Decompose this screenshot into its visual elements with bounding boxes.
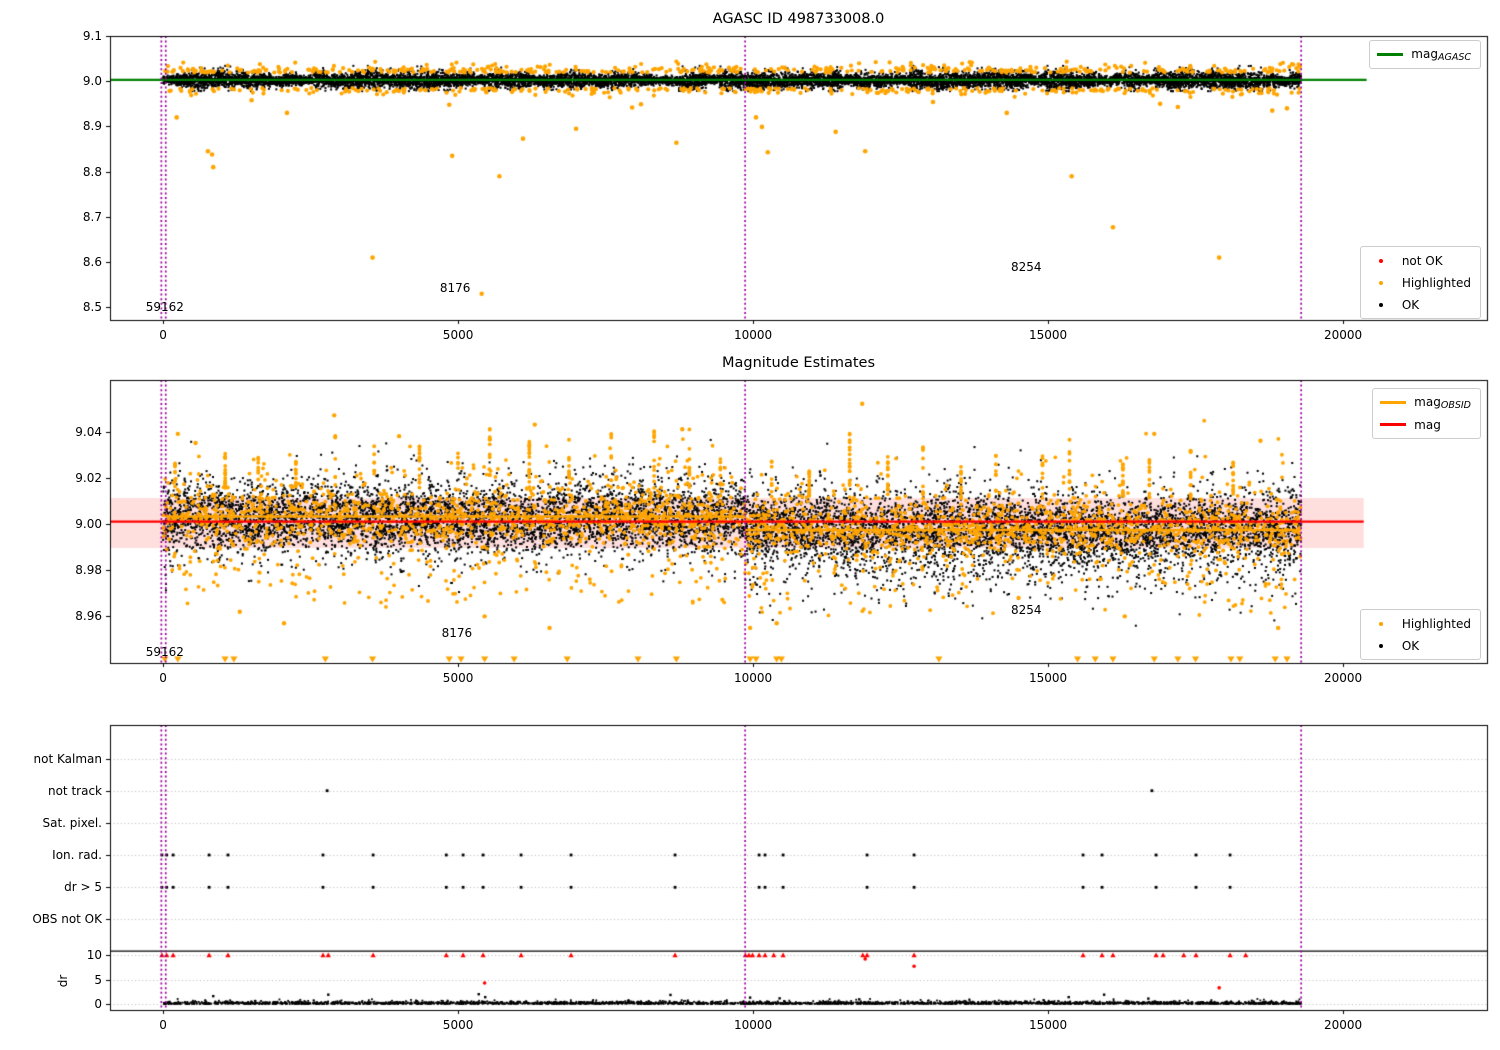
x-tick-label: 15000 [1028,1018,1068,1032]
x-tick-label: 0 [159,1018,167,1032]
y-tick-label: 9.04 [75,424,102,439]
legend-item-mag-agasc: magAGASC [1377,46,1471,63]
legend-sample [1368,302,1394,307]
legend-item-highlighted: Highlighted [1368,615,1471,632]
x-tick-label: 15000 [1028,671,1068,685]
highlighted-dot-sample [1378,621,1383,626]
figure: AGASC ID 498733008.0 Magnitude Estimates… [0,0,1500,1050]
y-tick-label: 8.7 [82,209,102,224]
dr-axis-label: dr [56,974,70,988]
flag-row-label: not track [47,783,102,798]
ok-dot-sample [1378,302,1383,307]
y-tick-label: 9.02 [75,470,102,485]
obsid-annotation: 59162 [145,300,184,315]
y-tick-label: 8.6 [82,255,102,270]
y-tick-label: 8.8 [82,164,102,179]
dr-tick-label: 10 [86,948,102,962]
x-tick-label: 20000 [1323,671,1363,685]
legend-item-ok: OK [1368,296,1471,313]
legend-sample [1368,621,1394,626]
not-ok-dot-sample [1378,258,1383,263]
plot2-title: Magnitude Estimates [721,355,876,371]
mag-obsid-line-sample [1380,401,1407,404]
y-tick-label: 9.00 [75,516,102,531]
legend-label-mag-agasc: magAGASC [1411,46,1471,63]
legend-sample [1368,258,1394,263]
x-tick-label: 10000 [733,1018,773,1032]
legend-item-not-ok: not OK [1368,252,1471,269]
legend-item-mag: mag [1380,416,1471,433]
mag-agasc-line-sample [1377,53,1404,56]
legend-item-mag-obsid: magOBSID [1380,394,1471,411]
legend-item-highlighted: Highlighted [1368,274,1471,291]
flag-row-label: Sat. pixel. [42,815,102,830]
flag-row-label: Ion. rad. [52,848,102,862]
figure-canvas [0,0,1500,1050]
y-tick-label: 9.1 [82,29,102,43]
flag-row-label: OBS not OK [32,912,102,927]
obsid-annotation: 8254 [1010,260,1042,275]
legend-label-mag: mag [1414,417,1441,432]
plot1-title: AGASC ID 498733008.0 [712,11,885,27]
legend-label-ok: OK [1401,638,1420,653]
x-tick-label: 5000 [442,328,474,342]
legend-plot2-points: Highlighted OK [1359,609,1481,660]
legend-label-ok: OK [1401,297,1420,312]
legend-sample [1380,401,1407,404]
legend-mag-agasc: magAGASC [1369,40,1481,69]
legend-label-mag-obsid: magOBSID [1414,394,1471,411]
x-tick-label: 10000 [733,328,773,342]
dr-tick-label: 5 [94,972,102,987]
legend-sample [1377,53,1404,56]
x-tick-label: 5000 [442,1018,474,1032]
legend-item-ok: OK [1368,637,1471,654]
x-tick-label: 15000 [1028,328,1068,342]
obsid-annotation: 8254 [1010,602,1042,617]
x-tick-label: 10000 [733,671,773,685]
mag-line-sample [1380,423,1407,426]
obsid-annotation: 59162 [145,644,184,659]
dr-tick-label: 0 [94,997,102,1011]
y-tick-label: 9.0 [82,74,102,89]
flag-row-label: not Kalman [33,752,102,767]
y-tick-label: 8.5 [82,300,102,315]
y-tick-label: 8.98 [75,563,102,578]
x-tick-label: 20000 [1323,1018,1363,1032]
legend-label-highlighted: Highlighted [1401,275,1471,290]
y-tick-label: 8.9 [82,119,102,134]
legend-sample [1368,280,1394,285]
obsid-annotation: 8176 [441,625,473,640]
highlighted-dot-sample [1378,280,1383,285]
x-tick-label: 0 [159,328,167,342]
legend-label-not-ok: not OK [1401,253,1443,268]
y-tick-label: 8.96 [75,609,102,624]
x-tick-label: 5000 [442,671,474,685]
flag-row-label: dr > 5 [64,880,102,895]
legend-plot1-points: not OK Highlighted OK [1359,246,1481,319]
ok-dot-sample [1378,643,1383,648]
legend-mag-lines: magOBSID mag [1372,388,1481,439]
legend-sample [1368,643,1394,648]
legend-label-highlighted: Highlighted [1401,616,1471,631]
x-tick-label: 20000 [1323,328,1363,342]
legend-sample [1380,423,1407,426]
x-tick-label: 0 [159,671,167,685]
obsid-annotation: 8176 [439,280,471,295]
